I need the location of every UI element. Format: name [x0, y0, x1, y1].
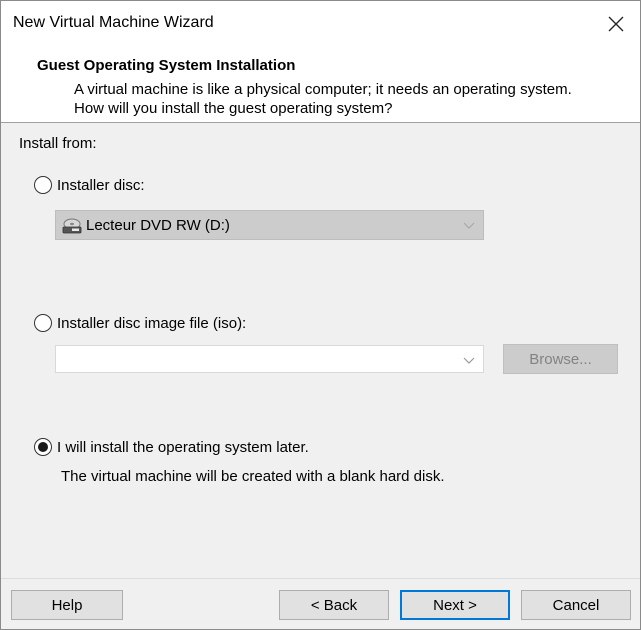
close-button[interactable]: [594, 1, 640, 47]
chevron-down-icon: [463, 222, 475, 229]
wizard-header: Guest Operating System Installation A vi…: [1, 47, 640, 123]
page-title: Guest Operating System Installation: [37, 57, 296, 74]
iso-path-input[interactable]: [55, 345, 484, 373]
install-later-radio[interactable]: [34, 438, 52, 456]
iso-image-radio[interactable]: [34, 314, 52, 332]
window-title: New Virtual Machine Wizard: [13, 14, 214, 31]
back-button[interactable]: < Back: [279, 590, 389, 620]
iso-image-label: Installer disc image file (iso):: [57, 314, 247, 332]
disc-drive-select[interactable]: Lecteur DVD RW (D:): [55, 210, 484, 240]
footer-divider: [1, 578, 640, 579]
browse-button[interactable]: Browse...: [503, 344, 618, 374]
iso-image-option[interactable]: Installer disc image file (iso):: [34, 314, 246, 332]
close-icon: [608, 16, 624, 32]
disc-drive-value: Lecteur DVD RW (D:): [86, 217, 230, 234]
installer-disc-option[interactable]: Installer disc:: [34, 176, 145, 194]
install-later-option[interactable]: I will install the operating system late…: [34, 438, 309, 456]
install-later-label: I will install the operating system late…: [57, 438, 309, 456]
chevron-down-icon: [463, 357, 475, 364]
dvd-drive-icon: [62, 218, 82, 234]
new-vm-wizard-window: New Virtual Machine Wizard Guest Operati…: [0, 0, 641, 630]
cancel-button[interactable]: Cancel: [521, 590, 631, 620]
help-button[interactable]: Help: [11, 590, 123, 620]
installer-disc-label: Installer disc:: [57, 176, 145, 194]
install-later-info: The virtual machine will be created with…: [61, 468, 445, 485]
title-bar: New Virtual Machine Wizard: [1, 1, 640, 47]
next-button[interactable]: Next >: [400, 590, 510, 620]
page-description: A virtual machine is like a physical com…: [74, 81, 572, 117]
install-from-label: Install from:: [19, 135, 97, 152]
installer-disc-radio[interactable]: [34, 176, 52, 194]
